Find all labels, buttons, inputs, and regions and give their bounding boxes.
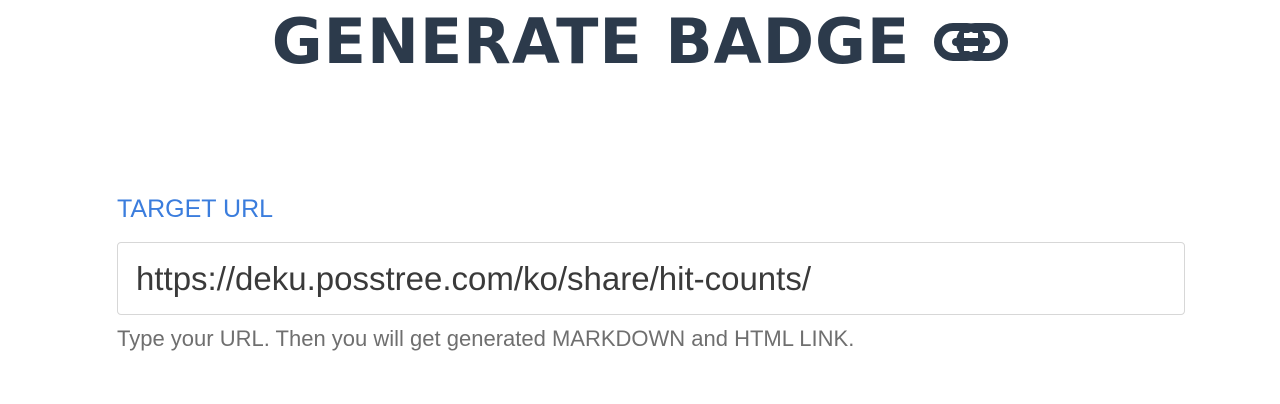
page-header: GENERATE BADGE — [0, 0, 1280, 84]
page-title: GENERATE BADGE — [271, 5, 911, 78]
target-url-input[interactable] — [117, 242, 1185, 315]
link-icon — [934, 22, 1009, 62]
target-url-help-text: Type your URL. Then you will get generat… — [117, 326, 855, 351]
target-url-field: TARGET URL Type your URL. Then you will … — [117, 193, 1185, 353]
target-url-label: TARGET URL — [117, 195, 274, 223]
